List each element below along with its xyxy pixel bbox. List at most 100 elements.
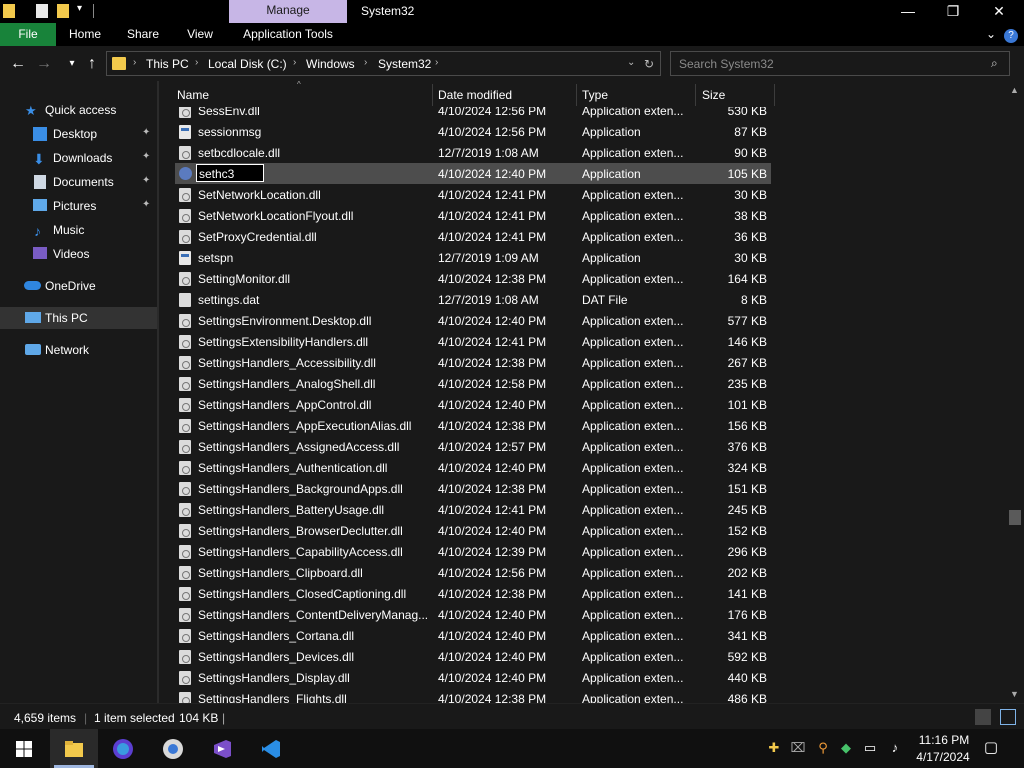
pin-icon[interactable]: ✦ (142, 175, 150, 186)
selected-file-row[interactable]: sethc3 4/10/2024 12:40 PM Application 105 K… (175, 163, 771, 184)
file-row[interactable]: SettingsExtensibilityHandlers.dll 4/10/20… (175, 331, 771, 352)
scrollbar-thumb[interactable] (1009, 510, 1021, 525)
file-row[interactable]: SettingsHandlers_BackgroundApps.dll 4/10/… (175, 478, 771, 499)
tray-app-icon[interactable]: ◆ (838, 740, 854, 756)
nav-item-quick-access[interactable]: ★ Quick access (0, 99, 157, 121)
nav-item-onedrive[interactable]: OneDrive (0, 275, 157, 297)
nav-item-documents[interactable]: Documents ✦ (0, 171, 157, 193)
search-icon[interactable]: ⌕ (991, 56, 998, 71)
breadcrumb-local-disk[interactable]: Local Disk (C:) (208, 57, 287, 71)
new-folder-icon[interactable] (57, 4, 69, 18)
manage-tab[interactable]: Manage (229, 0, 347, 23)
file-row[interactable]: SettingsEnvironment.Desktop.dll 4/10/2024… (175, 310, 771, 331)
minimize-button[interactable]: — (885, 0, 931, 23)
file-row[interactable]: SettingsHandlers_Accessibility.dll 4/10/2… (175, 352, 771, 373)
vertical-scrollbar[interactable]: ▲ ▼ (1006, 81, 1024, 703)
file-row[interactable]: SettingsHandlers_Devices.dll 4/10/2024 12… (175, 646, 771, 667)
nav-item-desktop[interactable]: Desktop ✦ (0, 123, 157, 145)
nav-item-network[interactable]: Network (0, 339, 157, 361)
file-row[interactable]: SettingsHandlers_Cortana.dll 4/10/2024 12… (175, 625, 771, 646)
file-row[interactable]: SettingsHandlers_AppExecutionAlias.dll 4/… (175, 415, 771, 436)
file-row[interactable]: SetNetworkLocation.dll 4/10/2024 12:41 PM… (175, 184, 771, 205)
network-status-icon[interactable]: ▭ (862, 740, 878, 756)
start-button[interactable] (0, 729, 48, 768)
breadcrumb-separator[interactable]: › (293, 57, 296, 68)
column-header-name[interactable]: Name (177, 88, 209, 102)
tab-view[interactable]: View (176, 23, 224, 46)
maximize-button[interactable]: ❐ (930, 0, 976, 23)
properties-icon[interactable] (36, 4, 48, 18)
file-row[interactable]: SettingsHandlers_Display.dll 4/10/2024 12… (175, 667, 771, 688)
tab-share[interactable]: Share (118, 23, 168, 46)
volume-icon[interactable]: ♪ (887, 740, 903, 756)
column-divider[interactable] (774, 84, 775, 106)
breadcrumb-separator[interactable]: › (133, 57, 136, 68)
taskbar-file-explorer[interactable] (50, 729, 98, 768)
recent-locations-button[interactable]: ▾ (62, 54, 82, 74)
breadcrumb-separator[interactable]: › (435, 57, 438, 68)
column-header-size[interactable]: Size (702, 88, 725, 102)
nav-item-music[interactable]: ♪ Music (0, 219, 157, 241)
address-dropdown-icon[interactable]: ⌄ (627, 57, 635, 68)
notifications-icon[interactable]: ▢ (983, 740, 999, 756)
breadcrumb-separator[interactable]: › (195, 57, 198, 68)
taskbar-firefox[interactable] (99, 729, 147, 768)
close-button[interactable]: ✕ (976, 0, 1022, 23)
file-row[interactable]: SettingsHandlers_CapabilityAccess.dll 4/1… (175, 541, 771, 562)
taskbar-chrome[interactable] (149, 729, 197, 768)
rename-input-text[interactable]: sethc3 (199, 167, 234, 181)
refresh-icon[interactable]: ↻ (644, 57, 654, 71)
breadcrumb-separator[interactable]: › (364, 57, 367, 68)
address-bar[interactable]: › This PC › Local Disk (C:) › Windows › … (106, 51, 661, 76)
file-row[interactable]: SettingsHandlers_ClosedCaptioning.dll 4/1… (175, 583, 771, 604)
file-row[interactable]: SettingsHandlers_Clipboard.dll 4/10/2024 … (175, 562, 771, 583)
customize-quick-access-icon[interactable]: ▾ (77, 3, 82, 14)
file-row[interactable]: SettingsHandlers_AssignedAccess.dll 4/10/… (175, 436, 771, 457)
column-divider[interactable] (695, 84, 696, 106)
rename-input[interactable]: sethc3 (196, 164, 264, 182)
file-row[interactable]: SettingsHandlers_BrowserDeclutter.dll 4/1… (175, 520, 771, 541)
clock-date[interactable]: 4/17/2024 (908, 750, 978, 764)
file-row[interactable]: setbcdlocale.dll 12/7/2019 1:08 AM Applica… (175, 142, 771, 163)
breadcrumb-system32[interactable]: System32 (378, 57, 431, 71)
column-header-date[interactable]: Date modified (438, 88, 512, 102)
tray-app-icon[interactable]: ✚ (766, 740, 782, 756)
file-row[interactable]: setspn 12/7/2019 1:09 AM Application 30 KB (175, 247, 771, 268)
back-button[interactable]: ← (8, 54, 28, 74)
clock-time[interactable]: 11:16 PM (913, 733, 975, 747)
nav-item-this-pc[interactable]: This PC (0, 307, 157, 329)
file-row[interactable]: SetNetworkLocationFlyout.dll 4/10/2024 12… (175, 205, 771, 226)
file-row[interactable]: SettingMonitor.dll 4/10/2024 12:38 PM Appl… (175, 268, 771, 289)
tray-app-icon[interactable]: ⌧ (790, 740, 806, 756)
file-row[interactable]: SetProxyCredential.dll 4/10/2024 12:41 PM… (175, 226, 771, 247)
file-row[interactable]: sessionmsg 4/10/2024 12:56 PM Application 8… (175, 121, 771, 142)
tab-home[interactable]: Home (60, 23, 110, 46)
file-row[interactable]: SettingsHandlers_BatteryUsage.dll 4/10/20… (175, 499, 771, 520)
up-button[interactable]: ↑ (82, 54, 102, 74)
pin-icon[interactable]: ✦ (142, 127, 150, 138)
file-row[interactable]: SettingsHandlers_AnalogShell.dll 4/10/202… (175, 373, 771, 394)
breadcrumb-windows[interactable]: Windows (306, 57, 355, 71)
file-row[interactable]: SettingsHandlers_AppControl.dll 4/10/2024… (175, 394, 771, 415)
file-row[interactable]: SettingsHandlers_Authentication.dll 4/10/… (175, 457, 771, 478)
tab-file[interactable]: File (0, 23, 56, 46)
large-icons-view-button[interactable] (1000, 709, 1016, 725)
column-header-type[interactable]: Type (582, 88, 608, 102)
help-icon[interactable]: ? (1002, 23, 1020, 46)
search-placeholder[interactable]: Search System32 (679, 57, 774, 71)
details-view-button[interactable] (975, 709, 991, 725)
tab-application-tools[interactable]: Application Tools (234, 23, 342, 46)
nav-item-downloads[interactable]: ⬇ Downloads ✦ (0, 147, 157, 169)
tray-search-icon[interactable]: ⚲ (815, 740, 831, 756)
expand-ribbon-icon[interactable]: ⌄ (982, 23, 1000, 46)
column-divider[interactable] (576, 84, 577, 106)
file-row[interactable]: SettingsHandlers_ContentDeliveryManag...… (175, 604, 771, 625)
forward-button[interactable]: → (34, 54, 54, 74)
search-box[interactable]: Search System32 ⌕ (670, 51, 1010, 76)
file-row[interactable]: settings.dat 12/7/2019 1:08 AM DAT File 8 K… (175, 289, 771, 310)
nav-item-videos[interactable]: Videos (0, 243, 157, 265)
taskbar-visual-studio[interactable] (198, 729, 246, 768)
breadcrumb-this-pc[interactable]: This PC (146, 57, 189, 71)
pin-icon[interactable]: ✦ (142, 151, 150, 162)
taskbar-vscode[interactable] (247, 729, 295, 768)
